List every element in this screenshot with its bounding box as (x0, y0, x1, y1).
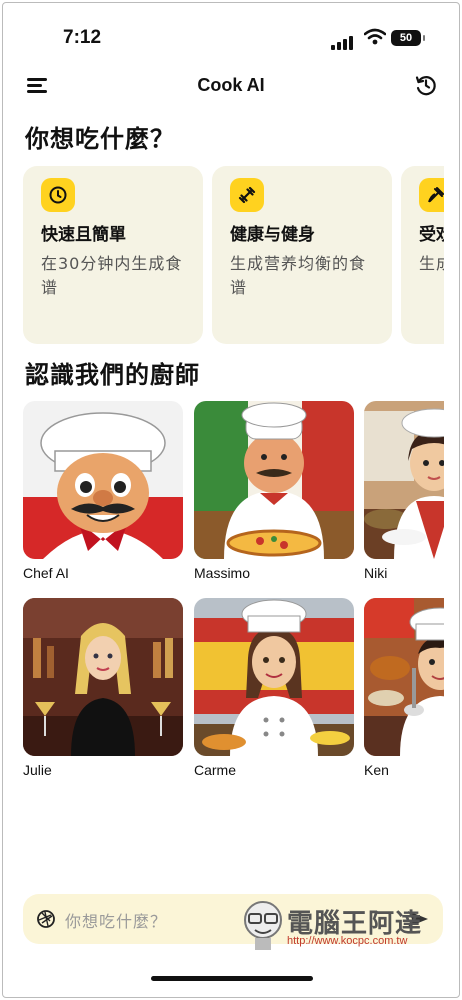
chef-card-julie[interactable]: Julie (23, 598, 183, 778)
app-header: Cook AI (3, 65, 459, 105)
chefs-grid: Chef AI Massimo Niki Julie Carme Ken (23, 401, 444, 801)
chef-name: Ken (364, 762, 389, 778)
battery-indicator: 50 (391, 30, 425, 46)
input-placeholder: 你想吃什麼？ (65, 912, 168, 931)
chef-avatar-image (364, 598, 444, 756)
chef-name: Chef AI (23, 565, 69, 581)
card-title: 受欢 (419, 225, 444, 245)
card-health-fitness[interactable]: 健康与健身 生成营养均衡的食谱 (212, 166, 392, 344)
chef-name: Niki (364, 565, 388, 581)
card-subtitle: 生成营养均衡的食谱 (230, 254, 367, 297)
option-cards-carousel[interactable]: 快速且簡單 在30分钟内生成食谱 健康与健身 生成营养均衡的食谱 受欢 生成的食 (23, 166, 444, 346)
card-title: 快速且簡單 (41, 225, 126, 245)
card-subtitle: 生成的食 (419, 254, 444, 273)
prompt-heading: 你想吃什麼？ (25, 125, 175, 153)
home-indicator[interactable] (151, 976, 313, 981)
chef-avatar-image (194, 401, 354, 559)
clock-icon (41, 178, 75, 212)
chef-name: Julie (23, 762, 52, 778)
chef-avatar-image (23, 401, 183, 559)
chef-name: Massimo (194, 565, 251, 581)
card-title: 健康与健身 (230, 225, 315, 245)
history-icon[interactable] (414, 73, 438, 97)
app-screen: 7:12 50 Cook AI 你想吃什麼？ 快速且簡單 在30分钟内生成食谱 … (2, 2, 460, 998)
card-popular[interactable]: 受欢 生成的食 (401, 166, 444, 344)
chef-card-ken[interactable]: Ken (364, 598, 444, 778)
app-title: Cook AI (197, 75, 265, 95)
dumbbell-icon (230, 178, 264, 212)
chef-card-niki[interactable]: Niki (364, 401, 444, 581)
chef-avatar-image (194, 598, 354, 756)
chef-card-carme[interactable]: Carme (194, 598, 354, 778)
chefs-heading: 認識我們的廚師 (25, 361, 200, 389)
camera-aperture-icon[interactable] (36, 909, 56, 929)
food-icon (419, 178, 444, 212)
status-bar: 7:12 50 (3, 3, 459, 63)
chef-name: Carme (194, 762, 237, 778)
wifi-icon (364, 28, 386, 45)
chef-card-massimo[interactable]: Massimo (194, 401, 354, 581)
card-quick-easy[interactable]: 快速且簡單 在30分钟内生成食谱 (23, 166, 203, 344)
status-time: 7:12 (63, 27, 102, 48)
card-subtitle: 在30分钟内生成食谱 (41, 254, 183, 297)
watermark-mascot-icon (244, 901, 282, 950)
cellular-signal-icon (331, 31, 355, 50)
chef-avatar-image (23, 598, 183, 756)
watermark-url: http://www.kocpc.com.tw (287, 935, 408, 947)
chef-card-chef-ai[interactable]: Chef AI (23, 401, 183, 581)
chef-avatar-image (364, 401, 444, 559)
